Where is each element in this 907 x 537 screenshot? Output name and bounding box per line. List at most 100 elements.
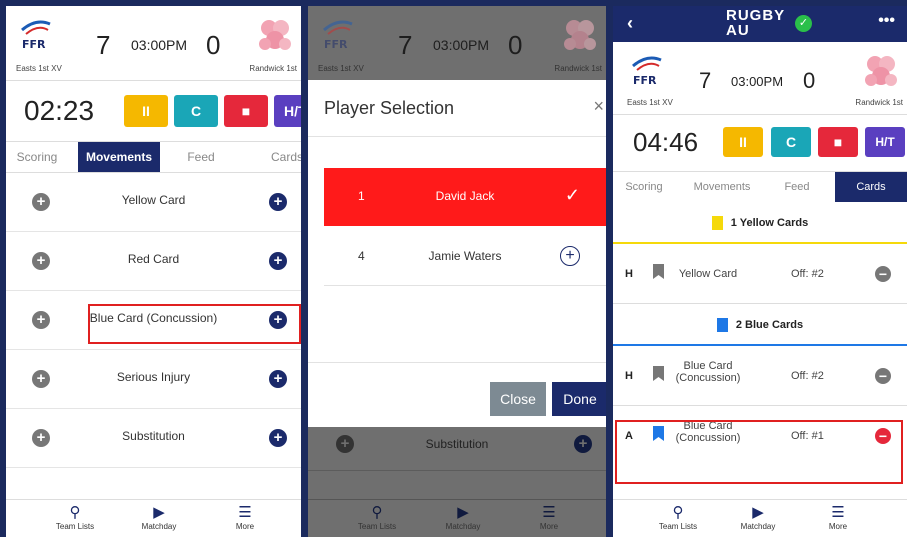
movement-row-substitution[interactable]: + Substitution +: [6, 409, 301, 468]
close-icon[interactable]: ×: [593, 96, 604, 117]
add-away-icon[interactable]: +: [269, 252, 287, 270]
home-score: 7: [699, 68, 712, 93]
timer-bar: 04:46 II C ■ H/T: [613, 114, 907, 172]
back-icon[interactable]: ‹: [627, 13, 633, 34]
dialog-title: Player Selection: [324, 98, 455, 118]
svg-text:FFR: FFR: [22, 38, 46, 51]
nav-team-lists[interactable]: ⚲ Team Lists: [643, 504, 713, 531]
done-button[interactable]: Done: [552, 382, 606, 416]
divider: [308, 470, 606, 471]
halftime-button[interactable]: H/T: [865, 127, 905, 157]
home-team-name: Easts 1st XV: [627, 98, 673, 107]
home-team-name: Easts 1st XV: [318, 64, 364, 73]
bottom-nav: ⚲ Team Lists ▶ Matchday ☰ More: [613, 499, 907, 537]
home-score: 7: [398, 30, 413, 60]
stop-button[interactable]: ■: [818, 127, 858, 157]
score-header-dimmed: FFR Easts 1st XV 7 03:00PM 0 Randwick 1s…: [308, 6, 606, 80]
pause-button[interactable]: II: [723, 127, 763, 157]
timer-bar: 02:23 II C ■ H/T: [6, 80, 301, 142]
movement-label: Substitution: [425, 437, 489, 451]
stop-button[interactable]: ■: [224, 95, 268, 127]
nav-matchday[interactable]: ▶ Matchday: [723, 504, 793, 531]
user-icon: ⚲: [672, 504, 684, 521]
svg-text:FFR: FFR: [324, 38, 348, 51]
tab-movements[interactable]: Movements: [78, 142, 160, 172]
tab-movements[interactable]: Movements: [681, 172, 763, 202]
behind-row-substitution: + Substitution +: [308, 427, 606, 467]
ffr-logo: FFR: [21, 20, 51, 51]
pause-button[interactable]: II: [124, 95, 168, 127]
away-score: 0: [803, 68, 816, 93]
divider: [308, 136, 606, 137]
tab-feed[interactable]: Feed: [170, 142, 232, 172]
randwick-logo: [259, 20, 291, 50]
add-circle-icon[interactable]: +: [560, 246, 580, 266]
movement-row-red-card[interactable]: + Red Card +: [6, 232, 301, 291]
nav-more[interactable]: ☰ More: [803, 504, 873, 531]
away-team-name: Randwick 1st: [554, 64, 602, 73]
movement-label: Yellow Card: [121, 193, 186, 207]
away-score: 0: [508, 30, 523, 60]
divider: [308, 362, 606, 363]
remove-icon[interactable]: −: [875, 266, 891, 282]
player-selection-dialog: Player Selection × 1 David Jack ✓ 4 Jami…: [308, 80, 606, 427]
movement-row-yellow-card[interactable]: + Yellow Card +: [6, 173, 301, 232]
highlight-box: [88, 304, 301, 344]
team-side: H: [625, 370, 633, 382]
menu-icon: ☰: [831, 504, 845, 521]
score-header: FFR Easts 1st XV 7 03:00PM 0 Randwick 1s…: [613, 42, 907, 114]
randwick-logo: [564, 20, 596, 50]
player-off: Off: #2: [791, 268, 824, 280]
yellow-cards-header: 1 Yellow Cards: [613, 202, 907, 244]
player-row[interactable]: 4 Jamie Waters +: [324, 228, 606, 286]
tab-feed[interactable]: Feed: [767, 172, 827, 202]
home-team-name: Easts 1st XV: [16, 64, 62, 73]
score-header: FFR Easts 1st XV 7 03:00PM 0 Randwick 1s…: [6, 6, 301, 80]
movement-label: Substitution: [122, 429, 185, 443]
movements-screen: FFR Easts 1st XV 7 03:00PM 0 Randwick 1s…: [6, 6, 301, 537]
user-icon: ⚲: [69, 504, 81, 521]
nav-team-lists[interactable]: ⚲ Team Lists: [40, 504, 110, 531]
play-icon: ▶: [752, 504, 764, 521]
ffr-logo: FFR: [323, 20, 353, 51]
bookmark-icon: [653, 264, 664, 279]
player-name: David Jack: [435, 189, 495, 203]
home-score: 7: [96, 30, 111, 60]
bookmark-icon: [653, 366, 664, 381]
nav-matchday[interactable]: ▶ Matchday: [124, 504, 194, 531]
randwick-logo: [865, 56, 897, 86]
app-header: ‹ RUGBY AU ✓ •••: [613, 6, 907, 42]
tab-scoring[interactable]: Scoring: [6, 142, 68, 172]
movement-label: Serious Injury: [116, 370, 191, 384]
team-side: H: [625, 268, 633, 280]
match-time: 03:00PM: [131, 37, 188, 53]
check-icon: ✓: [564, 185, 580, 205]
yellow-card-icon: [711, 216, 723, 231]
movement-row-serious-injury[interactable]: + Serious Injury +: [6, 350, 301, 409]
add-away-icon[interactable]: +: [269, 193, 287, 211]
nav-team-lists: ⚲ Team Lists: [342, 504, 412, 531]
restart-button[interactable]: C: [771, 127, 811, 157]
movement-label: Red Card: [127, 252, 180, 266]
remove-icon[interactable]: −: [875, 368, 891, 384]
menu-icon: ☰: [238, 504, 252, 521]
close-button[interactable]: Close: [490, 382, 546, 416]
card-type: Blue Card (Concussion): [675, 360, 741, 384]
player-row-selected[interactable]: 1 David Jack ✓: [324, 168, 606, 226]
tab-scoring[interactable]: Scoring: [613, 172, 675, 202]
ffr-logo: FFR: [632, 56, 662, 87]
add-away-icon[interactable]: +: [269, 429, 287, 447]
restart-button[interactable]: C: [174, 95, 218, 127]
bottom-nav-dimmed: ⚲ Team Lists ▶ Matchday ☰ More: [308, 499, 606, 537]
halftime-button[interactable]: H/T: [274, 95, 301, 127]
tab-cards[interactable]: Cards: [835, 172, 907, 202]
tab-cards[interactable]: Cards: [256, 142, 301, 172]
blue-card-icon: [716, 318, 728, 333]
rugby-au-logo: RUGBY AU: [726, 7, 786, 39]
blue-cards-header: 2 Blue Cards: [613, 304, 907, 346]
player-off: Off: #2: [791, 370, 824, 382]
add-away-icon[interactable]: +: [269, 370, 287, 388]
play-icon: ▶: [457, 504, 469, 521]
more-icon[interactable]: •••: [878, 12, 895, 30]
nav-more[interactable]: ☰ More: [210, 504, 280, 531]
